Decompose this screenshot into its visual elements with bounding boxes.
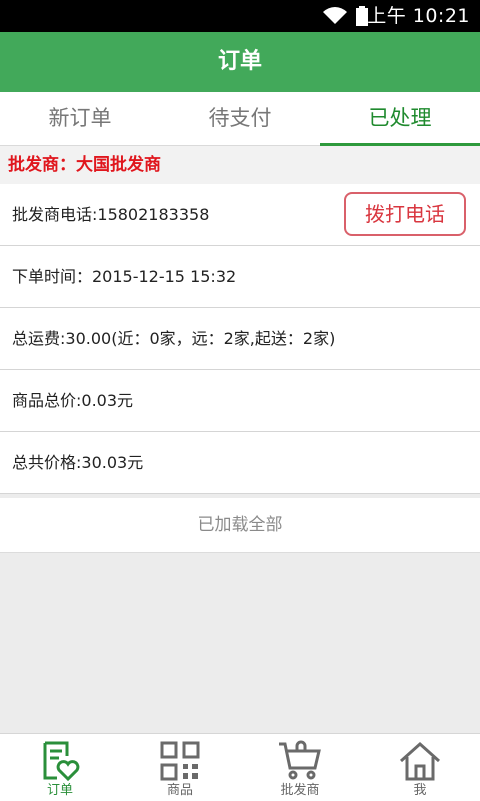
call-button[interactable]: 拨打电话 — [344, 192, 466, 236]
status-time: 上午 10:21 — [367, 5, 470, 27]
loaded-all-text: 已加载全部 — [0, 498, 480, 553]
tab-processed[interactable]: 已处理 — [320, 92, 480, 146]
nav-label-me: 我 — [413, 783, 427, 798]
nav-item-me[interactable]: 我 — [360, 734, 480, 801]
nav-item-orders[interactable]: 订单 — [0, 734, 120, 801]
grand-total-row: 总共价格:30.03元 — [0, 432, 480, 494]
phone-row: 批发商电话:15802183358 拨打电话 — [0, 184, 480, 246]
wholesaler-name: 批发商：大国批发商 — [0, 146, 480, 184]
order-time: 下单时间：2015-12-15 15:32 — [12, 267, 237, 286]
wholesaler-phone: 批发商电话:15802183358 — [12, 205, 210, 224]
order-tabs: 新订单 待支付 已处理 — [0, 92, 480, 146]
status-icons — [322, 6, 368, 26]
order-time-row: 下单时间：2015-12-15 15:32 — [0, 246, 480, 308]
qr-code-icon — [160, 741, 200, 781]
nav-label-orders: 订单 — [46, 783, 73, 798]
page-title: 订单 — [0, 32, 480, 92]
tab-new-orders[interactable]: 新订单 — [0, 92, 160, 145]
nav-label-wholesaler: 批发商 — [280, 783, 320, 798]
goods-total: 商品总价:0.03元 — [12, 391, 134, 410]
shopping-cart-icon — [279, 740, 321, 780]
wifi-icon — [323, 7, 347, 24]
status-bar: 上午 10:21 — [0, 0, 480, 32]
nav-label-goods: 商品 — [166, 783, 193, 798]
grand-total: 总共价格:30.03元 — [12, 453, 144, 472]
order-heart-icon — [43, 741, 80, 782]
goods-total-row: 商品总价:0.03元 — [0, 370, 480, 432]
nav-item-wholesaler[interactable]: 批发商 — [240, 734, 360, 801]
shipping-fee: 总运费:30.00(近：0家，远：2家,起送：2家) — [12, 329, 336, 348]
tab-pending-payment[interactable]: 待支付 — [160, 92, 320, 145]
order-details: 批发商电话:15802183358 拨打电话 下单时间：2015-12-15 1… — [0, 184, 480, 494]
home-icon — [399, 741, 441, 781]
nav-item-goods[interactable]: 商品 — [120, 734, 240, 801]
battery-icon — [356, 6, 368, 26]
shipping-row: 总运费:30.00(近：0家，远：2家,起送：2家) — [0, 308, 480, 370]
bottom-nav: 订单 商品 批发商 我 — [0, 733, 480, 801]
